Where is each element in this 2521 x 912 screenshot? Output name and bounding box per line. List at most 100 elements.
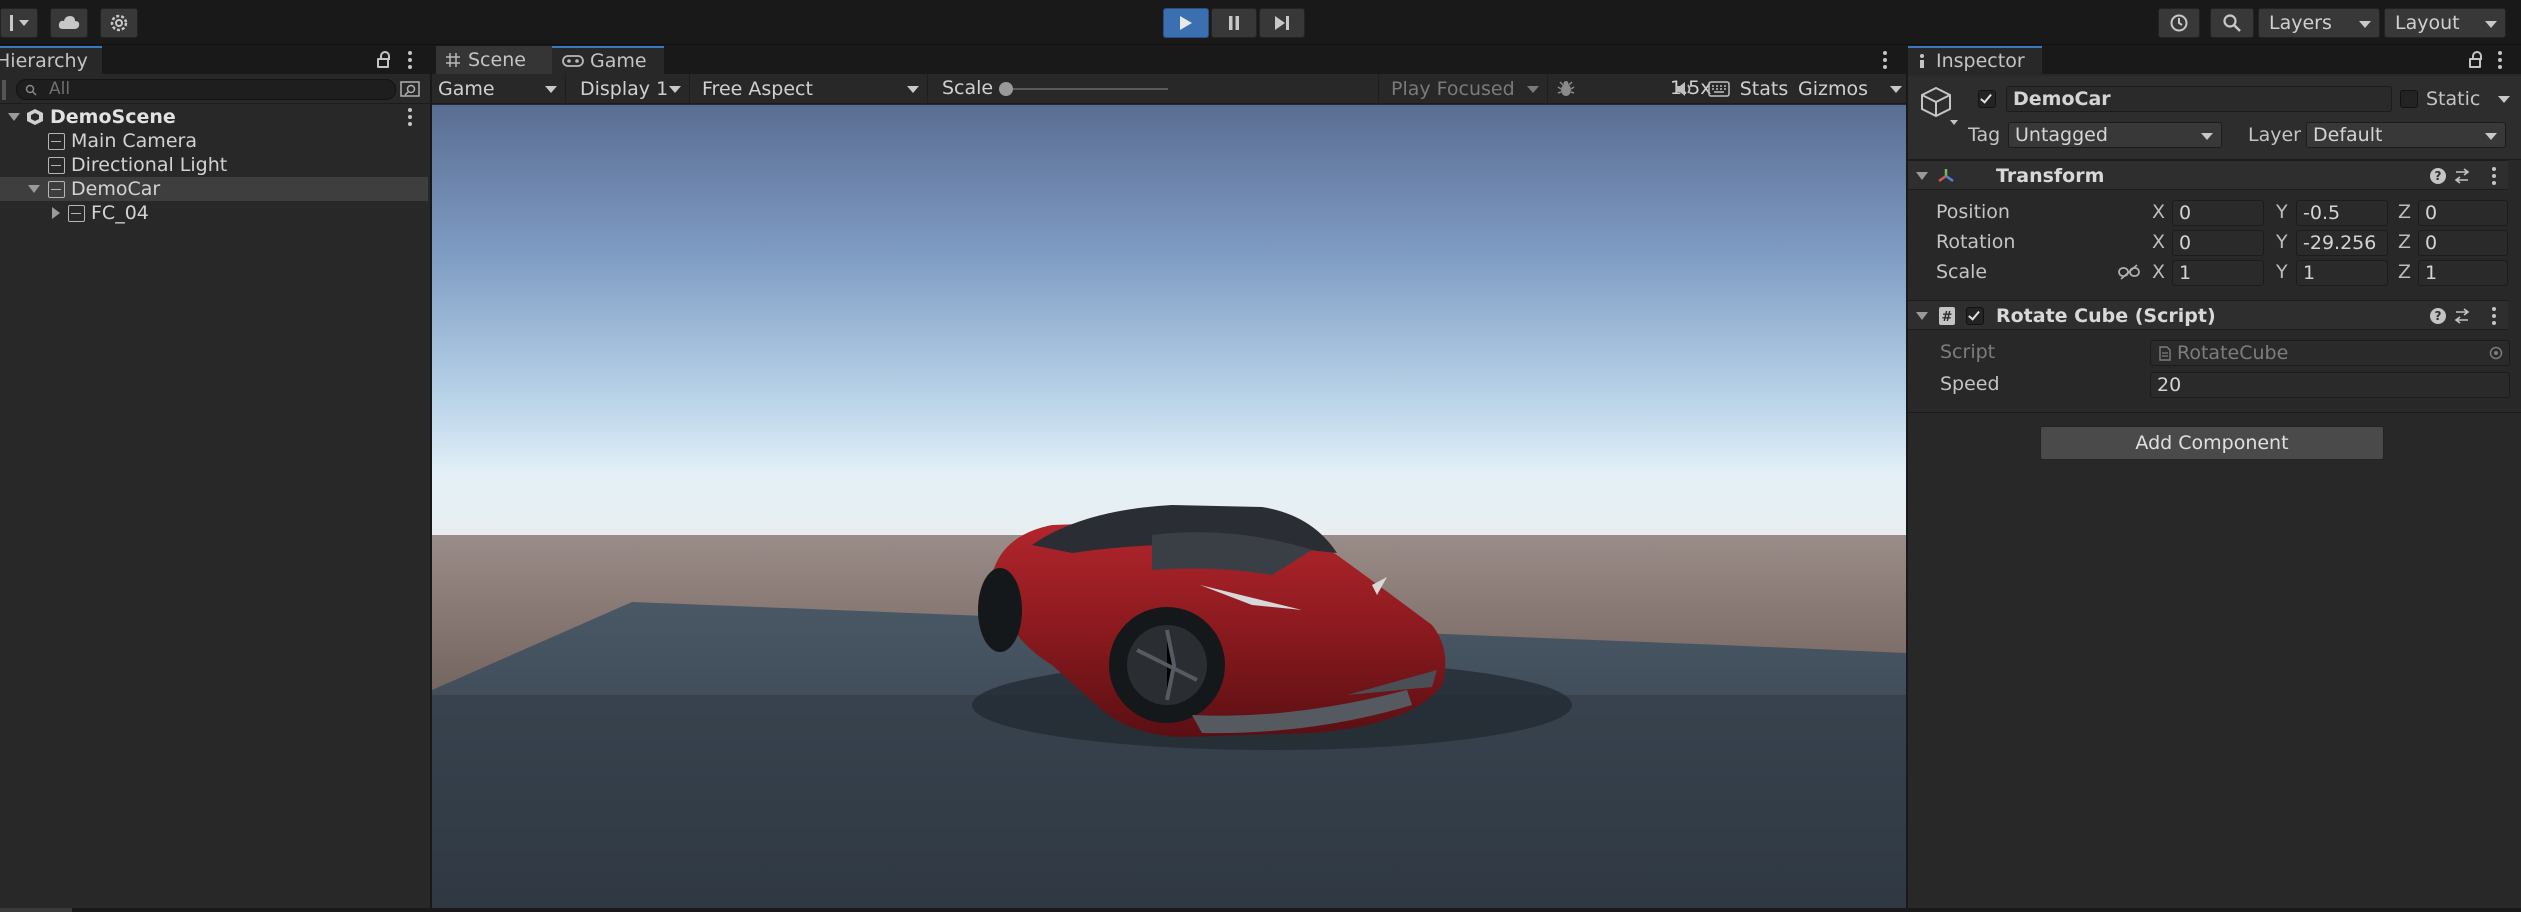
layout-dropdown[interactable]: Layout <box>2384 8 2506 38</box>
debug-button[interactable] <box>1550 76 1582 102</box>
display-label: Display 1 <box>580 78 669 100</box>
scale-z-field[interactable]: 1 <box>2418 260 2508 286</box>
stats-button[interactable]: Stats <box>1738 76 1790 102</box>
component-enabled-checkbox[interactable] <box>1966 307 1984 325</box>
expand-arrow-icon[interactable] <box>1916 312 1928 320</box>
presets-icon[interactable] <box>2454 167 2472 185</box>
more-options-icon[interactable] <box>408 51 412 69</box>
active-checkbox[interactable] <box>1978 90 1996 108</box>
tab-label: Scene <box>468 49 526 71</box>
expand-arrow-icon[interactable] <box>1916 172 1928 180</box>
create-dropdown[interactable] <box>2 80 6 100</box>
play-mode-dropdown[interactable]: Play Focused <box>1378 74 1548 104</box>
bug-icon <box>1557 81 1575 96</box>
hierarchy-item-democar[interactable]: DemoCar <box>0 177 428 201</box>
history-button[interactable] <box>2158 8 2200 38</box>
more-options-icon[interactable] <box>1883 51 1887 69</box>
gizmos-dropdown[interactable]: Gizmos <box>1792 74 1902 104</box>
tab-game[interactable]: Game <box>552 46 664 74</box>
hierarchy-item-label: DemoCar <box>71 178 161 200</box>
search-button[interactable] <box>2210 8 2254 38</box>
pause-icon <box>1229 16 1239 30</box>
layer-dropdown[interactable]: Default <box>2306 122 2506 148</box>
hierarchy-search-input[interactable]: All <box>16 79 396 100</box>
mute-audio-button[interactable] <box>1668 76 1700 102</box>
help-icon[interactable]: ? <box>2430 308 2446 324</box>
search-filter-icon[interactable] <box>400 81 420 99</box>
component-options-icon[interactable] <box>2492 167 2496 185</box>
hierarchy-item-fc04[interactable]: FC_04 <box>0 201 428 225</box>
rotation-y-field[interactable]: -29.256 <box>2296 230 2388 256</box>
display-dropdown[interactable]: Display 1 <box>568 74 690 104</box>
chevron-down-icon <box>2485 133 2497 140</box>
rotation-x-field[interactable]: 0 <box>2172 230 2264 256</box>
rotation-label: Rotation <box>1936 231 2016 253</box>
constrain-proportions-icon[interactable] <box>2118 264 2140 280</box>
rotation-z-field[interactable]: 0 <box>2418 230 2508 256</box>
axis-z-label: Z <box>2398 261 2412 283</box>
component-options-icon[interactable] <box>2492 307 2496 325</box>
inspector-tab-label: Inspector <box>1936 50 2025 72</box>
lock-icon[interactable] <box>377 51 390 68</box>
game-viewport[interactable] <box>432 105 1906 908</box>
hierarchy-item-directional-light[interactable]: Directional Light <box>0 153 428 177</box>
more-options-icon[interactable] <box>2498 51 2502 69</box>
expand-arrow-icon[interactable] <box>28 185 40 193</box>
axis-x-label: X <box>2152 201 2166 223</box>
services-button[interactable] <box>100 8 138 38</box>
position-y-value: -0.5 <box>2303 202 2341 224</box>
position-y-field[interactable]: -0.5 <box>2296 200 2388 226</box>
transform-header[interactable]: Transform ? <box>1908 160 2508 190</box>
object-name-field[interactable]: DemoCar <box>2006 86 2392 112</box>
script-reference-field[interactable]: RotateCube <box>2150 340 2510 366</box>
scale-slider-thumb[interactable] <box>999 82 1013 96</box>
aspect-dropdown[interactable]: Free Aspect <box>692 74 928 104</box>
status-bar <box>0 908 2521 912</box>
object-name: DemoCar <box>2013 88 2111 110</box>
static-dropdown-chevron-icon[interactable] <box>2498 96 2510 103</box>
scale-x-field[interactable]: 1 <box>2172 260 2264 286</box>
layers-dropdown[interactable]: Layers <box>2258 8 2380 38</box>
status-bar-tab[interactable] <box>0 908 72 912</box>
script-component-title: Rotate Cube (Script) <box>1996 305 2216 327</box>
step-button[interactable] <box>1259 8 1305 38</box>
speed-field[interactable]: 20 <box>2150 372 2510 398</box>
stats-label: Stats <box>1739 78 1789 100</box>
play-icon <box>1180 16 1192 30</box>
tab-hierarchy[interactable]: Hierarchy <box>0 46 102 74</box>
hierarchy-item-main-camera[interactable]: Main Camera <box>0 129 428 153</box>
object-picker-icon[interactable] <box>2489 346 2503 360</box>
lock-icon[interactable] <box>2469 51 2482 68</box>
speed-value: 20 <box>2157 374 2182 396</box>
position-z-field[interactable]: 0 <box>2418 200 2508 226</box>
collapsed-arrow-icon[interactable] <box>52 207 60 219</box>
tag-dropdown[interactable]: Untagged <box>2008 122 2222 148</box>
position-x-value: 0 <box>2179 202 2192 224</box>
scale-slider-track[interactable] <box>1006 88 1168 90</box>
scale-y-field[interactable]: 1 <box>2296 260 2388 286</box>
play-button[interactable] <box>1163 8 1209 38</box>
cloud-button[interactable] <box>50 8 88 38</box>
add-component-button[interactable]: Add Component <box>2040 426 2384 460</box>
help-icon[interactable]: ? <box>2430 168 2446 184</box>
axis-y-label: Y <box>2276 231 2288 253</box>
layer-label: Layer <box>2248 124 2301 146</box>
presets-icon[interactable] <box>2454 307 2472 325</box>
account-dropdown[interactable] <box>0 8 38 38</box>
shortcuts-button[interactable] <box>1702 76 1736 102</box>
speaker-icon <box>1676 82 1691 96</box>
cloud-icon <box>58 16 80 29</box>
script-component-header[interactable]: # Rotate Cube (Script) ? <box>1908 300 2508 330</box>
tab-scene[interactable]: Scene <box>436 46 552 74</box>
hierarchy-scene-root[interactable]: DemoScene <box>0 105 428 129</box>
view-mode-dropdown[interactable]: Game <box>432 74 566 104</box>
scene-name: DemoScene <box>50 106 176 128</box>
account-icon <box>9 15 13 31</box>
pause-button[interactable] <box>1211 8 1257 38</box>
expand-arrow-icon[interactable] <box>8 113 20 121</box>
hierarchy-item-label: FC_04 <box>91 202 149 224</box>
static-checkbox[interactable] <box>2400 90 2418 108</box>
tab-inspector[interactable]: Inspector <box>1908 46 2042 74</box>
scene-options-icon[interactable] <box>408 108 412 126</box>
position-x-field[interactable]: 0 <box>2172 200 2264 226</box>
